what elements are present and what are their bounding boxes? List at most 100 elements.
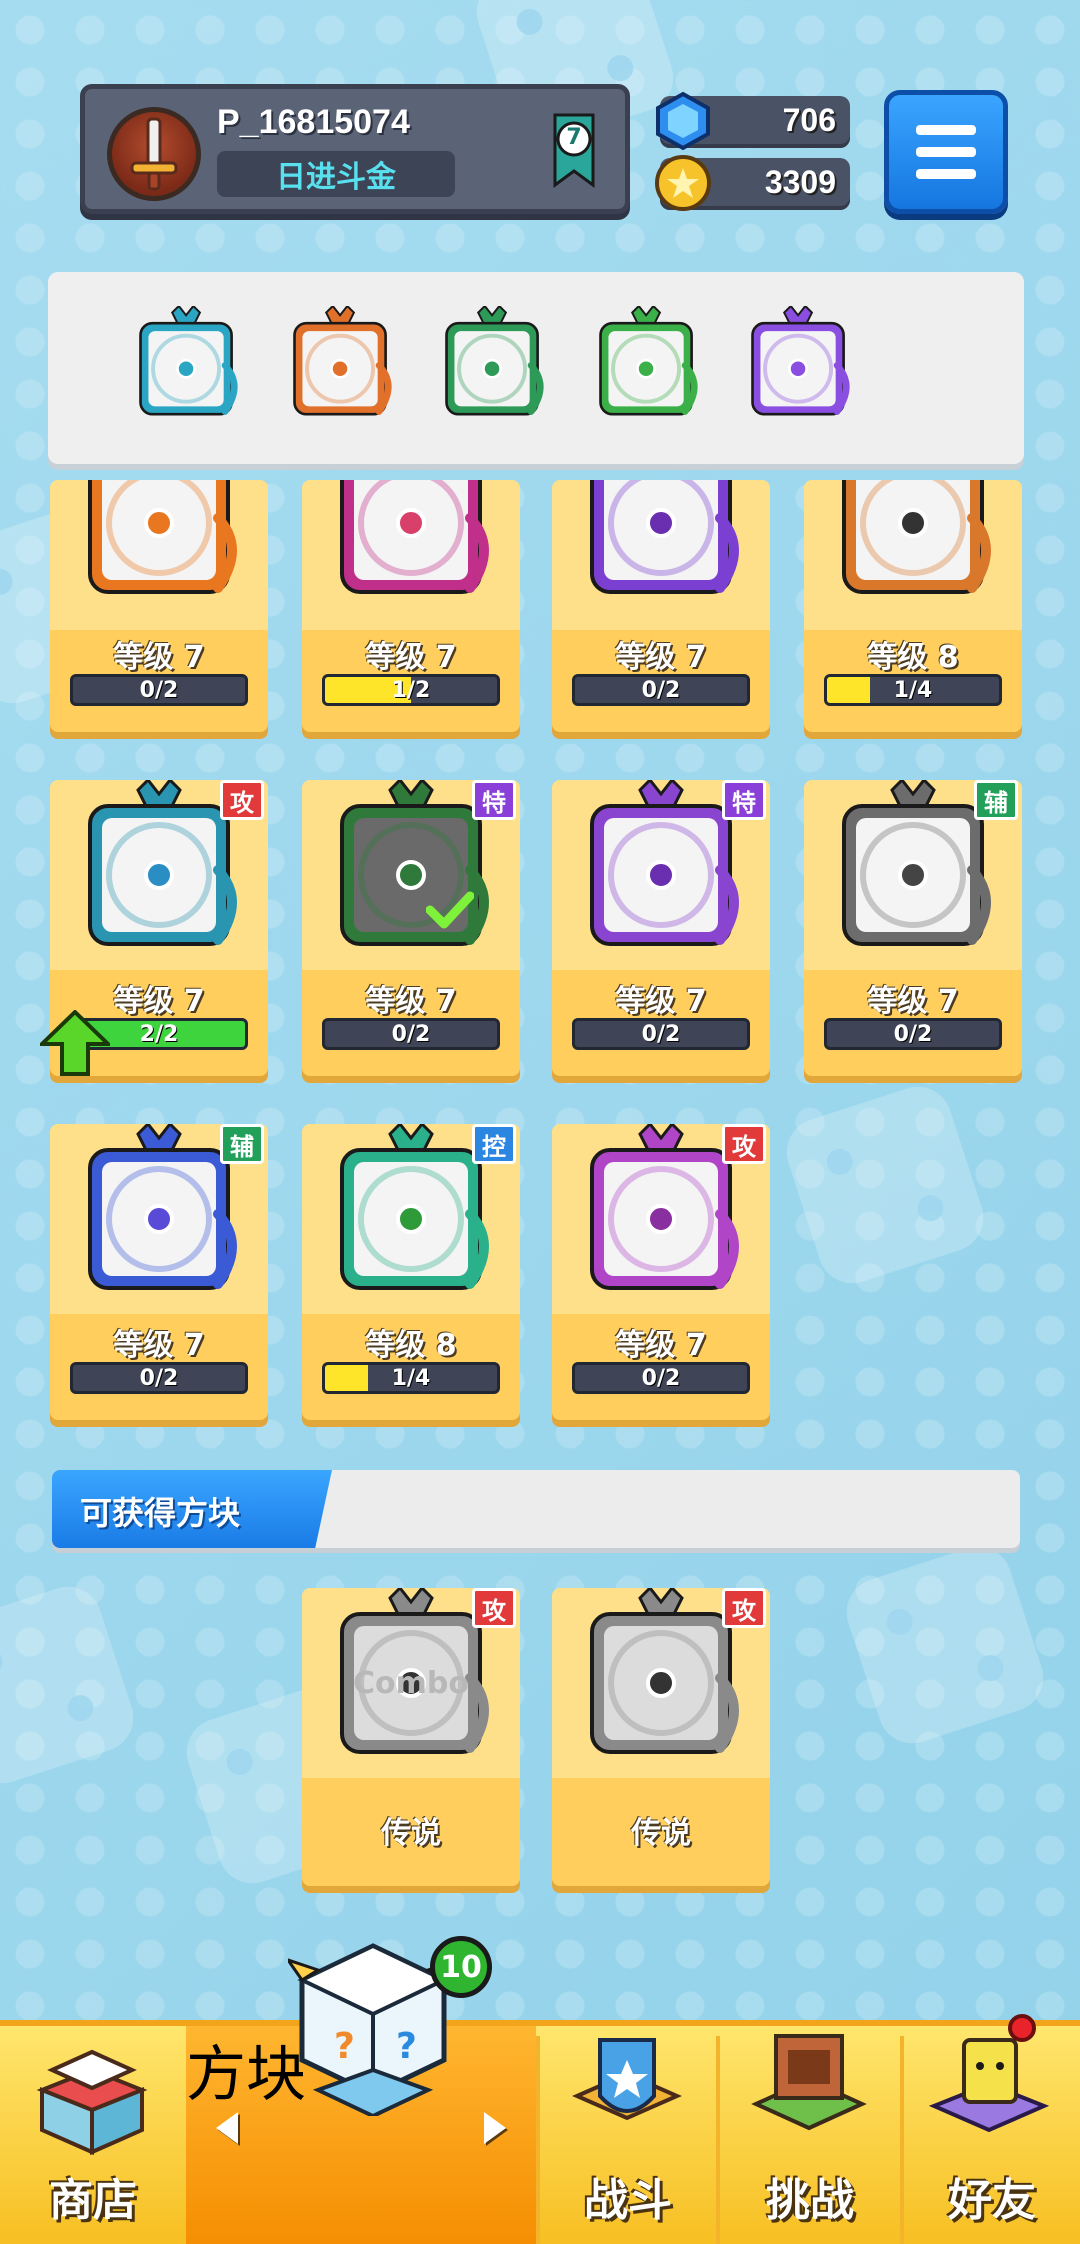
dice-icon <box>280 304 392 429</box>
deck-slot-green-dice[interactable] <box>432 304 546 430</box>
rank-level: 7 <box>566 125 582 150</box>
checkmark-icon <box>426 891 474 929</box>
background-dice <box>0 1577 143 1793</box>
gem-amount: 706 <box>782 102 836 138</box>
deck-slot-rainbow-dice[interactable] <box>280 304 394 430</box>
dice-level: 等级 7 <box>113 640 205 675</box>
gem-icon <box>656 91 710 151</box>
dice-card[interactable]: 控等级 8 1/4 <box>302 1121 520 1420</box>
progress-text: 1/4 <box>893 678 933 703</box>
upgrade-progress-bar: 0/2 <box>70 674 248 706</box>
nav-friends[interactable]: 好友 <box>904 2026 1080 2244</box>
nav-battle-label: 战斗 <box>584 2175 672 2226</box>
upgrade-arrow-icon[interactable] <box>40 1010 110 1076</box>
dice-count-badge: 10 <box>430 1936 492 1998</box>
upgrade-progress-bar: 0/2 <box>572 1018 750 1050</box>
svg-text:?: ? <box>396 2026 417 2067</box>
dice-card[interactable]: 等级 7 0/2 <box>50 480 268 732</box>
dice-card[interactable]: 特等级 7 0/2 <box>302 777 520 1076</box>
rarity-label: 传说 <box>631 1816 691 1851</box>
dice-card[interactable]: 攻等级 7 0/2 <box>552 1121 770 1420</box>
avatar[interactable] <box>107 107 201 201</box>
dice-card[interactable]: 辅等级 7 0/2 <box>50 1121 268 1420</box>
progress-text: 1/4 <box>391 1366 431 1391</box>
dice-level: 等级 7 <box>615 984 707 1019</box>
nav-next-arrow-icon[interactable] <box>484 2112 506 2144</box>
dice-card[interactable]: 特等级 7 0/2 <box>552 777 770 1076</box>
dice-art-text: Combo <box>353 1666 469 1701</box>
svg-text:?: ? <box>334 2026 355 2067</box>
dice-type-badge: 辅 <box>220 1124 264 1164</box>
deck-slot-purple-dice[interactable] <box>738 304 852 430</box>
nav-prev-arrow-icon[interactable] <box>216 2112 238 2144</box>
sword-icon <box>130 117 178 191</box>
ribbon-badge-icon <box>553 113 595 188</box>
dice-level: 等级 7 <box>867 984 959 1019</box>
friends-robot-icon <box>928 2038 1050 2133</box>
player-name: P_16815074 <box>217 103 410 141</box>
deck-slot-teal-dice[interactable] <box>126 304 240 430</box>
upgrade-progress-bar: 1/4 <box>322 1362 500 1394</box>
menu-icon <box>916 125 976 135</box>
dice-card[interactable]: 辅等级 7 0/2 <box>804 777 1022 1076</box>
obtainable-title: 可获得方块 <box>80 1494 241 1532</box>
background-dice <box>837 1537 1053 1753</box>
menu-icon <box>916 147 976 157</box>
rank-badge: 7 <box>547 111 601 189</box>
dice-card[interactable]: 等级 7 1/2 <box>302 480 520 732</box>
dice-type-badge: 攻 <box>220 780 264 820</box>
gem-counter[interactable]: 706 <box>656 91 850 151</box>
progress-text: 1/2 <box>391 678 431 703</box>
obtainable-dice-card[interactable]: Combo 攻传说 <box>302 1585 520 1886</box>
dice-icon <box>126 304 238 429</box>
upgrade-progress-bar: 0/2 <box>322 1018 500 1050</box>
dice-type-badge: 攻 <box>722 1124 766 1164</box>
dice-level: 等级 7 <box>365 984 457 1019</box>
dice-level: 等级 7 <box>113 1328 205 1363</box>
dice-card[interactable]: 攻等级 7 2/2 <box>40 777 268 1076</box>
dice-type-badge: 特 <box>472 780 516 820</box>
dice-icon <box>738 304 850 429</box>
background-dice <box>777 1077 993 1293</box>
battle-shield-icon <box>572 2038 682 2121</box>
shop-icon <box>36 2049 148 2156</box>
rarity-label: 传说 <box>381 1816 441 1851</box>
progress-text: 0/2 <box>641 1022 681 1047</box>
nav-friends-label: 好友 <box>948 2175 1036 2226</box>
progress-text: 0/2 <box>893 1022 933 1047</box>
nav-battle[interactable]: 战斗 <box>540 2026 716 2244</box>
challenge-board-icon <box>751 2034 867 2131</box>
upgrade-progress-bar: 0/2 <box>572 1362 750 1394</box>
upgrade-progress-bar: 1/4 <box>824 674 1002 706</box>
coin-amount: 3309 <box>764 164 836 200</box>
dice-card[interactable]: 等级 8 1/4 <box>804 480 1022 732</box>
coin-counter[interactable]: 3309 <box>655 155 850 211</box>
upgrade-progress-bar: 0/2 <box>572 674 750 706</box>
dice-type-badge: 辅 <box>974 780 1018 820</box>
dice-level: 等级 7 <box>615 640 707 675</box>
friends-notification-dot <box>1008 2014 1036 2042</box>
progress-text: 0/2 <box>641 678 681 703</box>
dice-card[interactable]: 等级 7 0/2 <box>552 480 770 732</box>
deck-slot-leaf-dice[interactable] <box>586 304 700 430</box>
dice-level: 等级 8 <box>365 1328 457 1363</box>
dice-icon <box>586 304 698 429</box>
dice-deck <box>48 272 1024 464</box>
bottom-nav: 商店 方块 战斗 挑战 好友 <box>0 2020 1080 2244</box>
upgrade-progress-bar: 0/2 <box>824 1018 1002 1050</box>
nav-challenge[interactable]: 挑战 <box>720 2026 900 2244</box>
rank-title: 日进斗金 <box>217 151 455 197</box>
player-profile-panel[interactable]: P_16815074 日进斗金 7 <box>80 84 630 214</box>
progress-text: 0/2 <box>391 1022 431 1047</box>
dice-type-badge: 特 <box>722 780 766 820</box>
menu-button[interactable] <box>884 90 1008 214</box>
nav-shop[interactable]: 商店 <box>0 2026 186 2244</box>
upgrade-progress-bar: 0/2 <box>70 1362 248 1394</box>
dice-type-badge: 攻 <box>722 1588 766 1628</box>
upgrade-progress-bar: 1/2 <box>322 674 500 706</box>
obtainable-dice-card[interactable]: 攻传说 <box>552 1585 770 1886</box>
nav-challenge-label: 挑战 <box>766 2175 854 2226</box>
menu-icon <box>916 169 976 179</box>
progress-text: 0/2 <box>139 678 179 703</box>
dice-type-badge: 攻 <box>472 1588 516 1628</box>
